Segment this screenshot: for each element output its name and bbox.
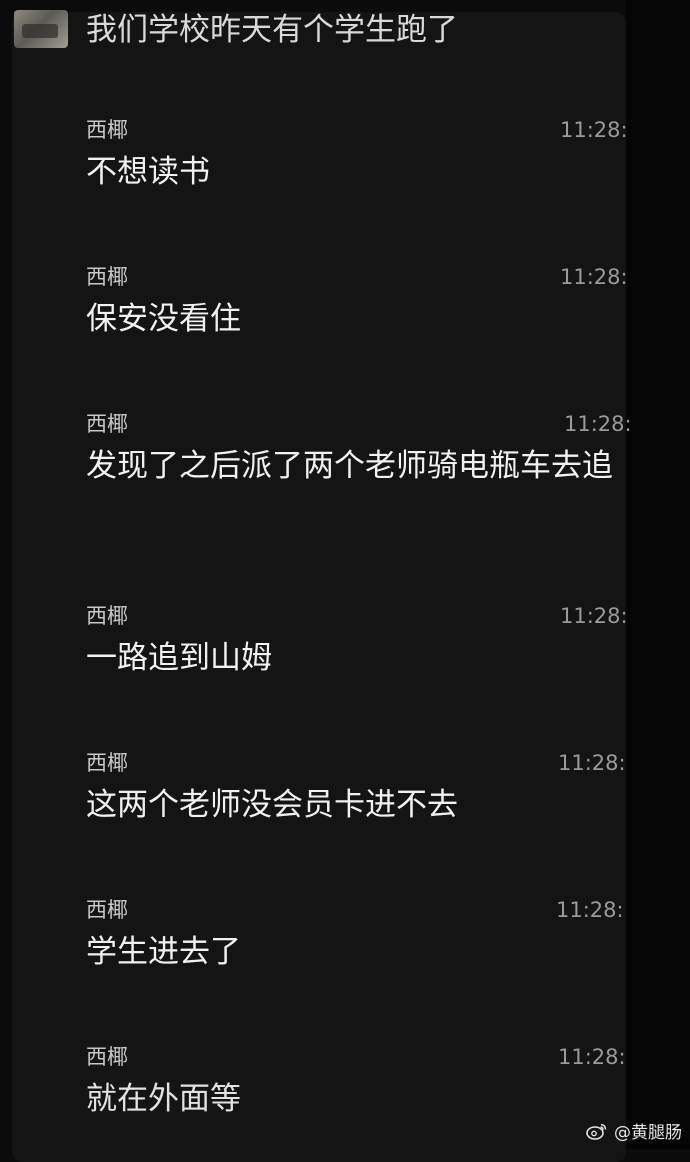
message-sender: 西椰 — [86, 265, 128, 289]
message-time: 11:28: — [564, 412, 630, 436]
avatar[interactable] — [14, 10, 68, 48]
message-text: 就在外面等 — [86, 1081, 241, 1117]
message-time: 11:28: — [560, 604, 626, 628]
message-sender: 西椰 — [86, 412, 128, 436]
message-time: 11:28: — [560, 118, 626, 142]
message-sender: 西椰 — [86, 118, 128, 142]
chat-title: 我们学校昨天有个学生跑了 — [86, 12, 458, 48]
right-edge-strip — [626, 0, 690, 1149]
message-time: 11:28: — [560, 265, 626, 289]
message-text: 发现了之后派了两个老师骑电瓶车去追 — [86, 448, 613, 484]
message-sender: 西椰 — [86, 751, 128, 775]
weibo-icon — [586, 1123, 607, 1140]
message-text: 学生进去了 — [86, 934, 241, 970]
message-time: 11:28: — [556, 898, 622, 922]
message-time: 11:28: — [558, 751, 624, 775]
message-text: 这两个老师没会员卡进不去 — [86, 787, 458, 823]
message-text: 保安没看住 — [86, 301, 241, 337]
message-text: 不想读书 — [86, 154, 210, 190]
message-text: 一路追到山姆 — [86, 640, 272, 676]
message-sender: 西椰 — [86, 604, 128, 628]
message-sender: 西椰 — [86, 898, 128, 922]
message-sender: 西椰 — [86, 1045, 128, 1069]
chat-header: 我们学校昨天有个学生跑了 — [0, 0, 690, 58]
message-time: 11:28: — [558, 1045, 624, 1069]
weibo-watermark: @黄腿肠 — [586, 1118, 682, 1143]
watermark-handle: @黄腿肠 — [614, 1123, 682, 1143]
